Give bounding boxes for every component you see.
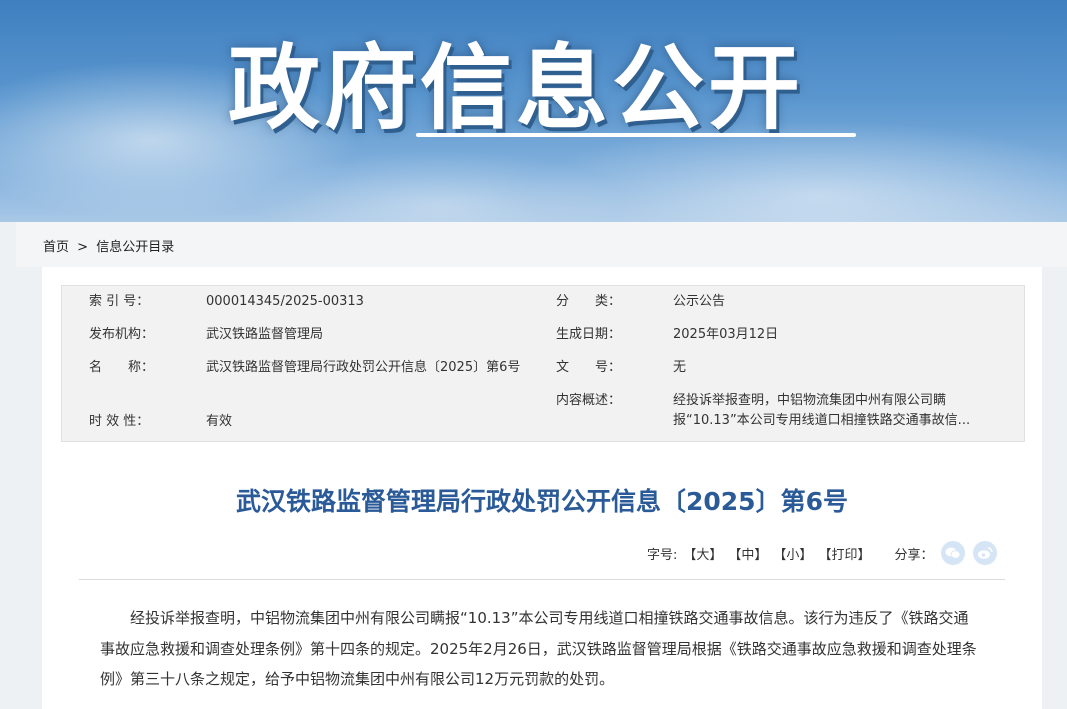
publisher-label: 发布机构： [89,327,155,342]
index-label: 索 引 号： [89,294,150,309]
name-label: 名 称： [89,360,155,375]
breadcrumb-home-link[interactable]: 首页 [43,240,69,255]
breadcrumb-bar: 首页 > 信息公开目录 [16,222,1067,267]
summary-value: 经投诉举报查明，中铝物流集团中州有限公司瞒报“10.13”本公司专用线道口相撞铁… [673,393,971,428]
document-title: 武汉铁路监督管理局行政处罚公开信息〔2025〕第6号 [236,487,848,516]
banner-underline [416,133,856,137]
article-body: 经投诉举报查明，中铝物流集团中州有限公司瞒报“10.13”本公司专用线道口相撞铁… [100,609,977,688]
category-value: 公示公告 [673,294,726,309]
name-value: 武汉铁路监督管理局行政处罚公开信息〔2025〕第6号 [206,360,521,375]
content-card: 索 引 号： 000014345/2025-00313 分 类： 公示公告 发布… [42,267,1042,709]
category-label: 分 类： [556,294,622,309]
date-value: 2025年03月12日 [673,327,779,342]
font-medium-button[interactable]: 【中】 [728,544,767,563]
toolbar: 字号: 【大】 【中】 【小】 【打印】 分享： [647,541,998,565]
breadcrumb-separator: > [77,240,89,255]
breadcrumb: 首页 > 信息公开目录 [43,236,178,255]
breadcrumb-current-link[interactable]: 信息公开目录 [96,240,174,255]
print-button[interactable]: 【打印】 [818,544,870,563]
docno-label: 文 号： [556,360,622,375]
index-value: 000014345/2025-00313 [206,294,364,309]
docno-value: 无 [673,360,687,375]
publisher-value: 武汉铁路监督管理局 [206,327,324,342]
header-banner: 政府信息公开 [0,0,1067,222]
validity-value: 有效 [206,414,233,429]
font-small-button[interactable]: 【小】 [773,544,812,563]
date-label: 生成日期： [556,327,622,342]
weibo-icon[interactable] [973,541,998,565]
summary-label: 内容概述： [556,393,622,408]
font-large-button[interactable]: 【大】 [683,544,722,563]
font-size-label: 字号: [647,547,678,563]
banner-title: 政府信息公开 [228,35,805,142]
wechat-icon[interactable] [941,541,966,565]
content-divider [79,579,1005,580]
validity-label: 时 效 性： [89,414,150,429]
share-label: 分享： [894,547,934,563]
metadata-table: 索 引 号： 000014345/2025-00313 分 类： 公示公告 发布… [61,285,1025,442]
